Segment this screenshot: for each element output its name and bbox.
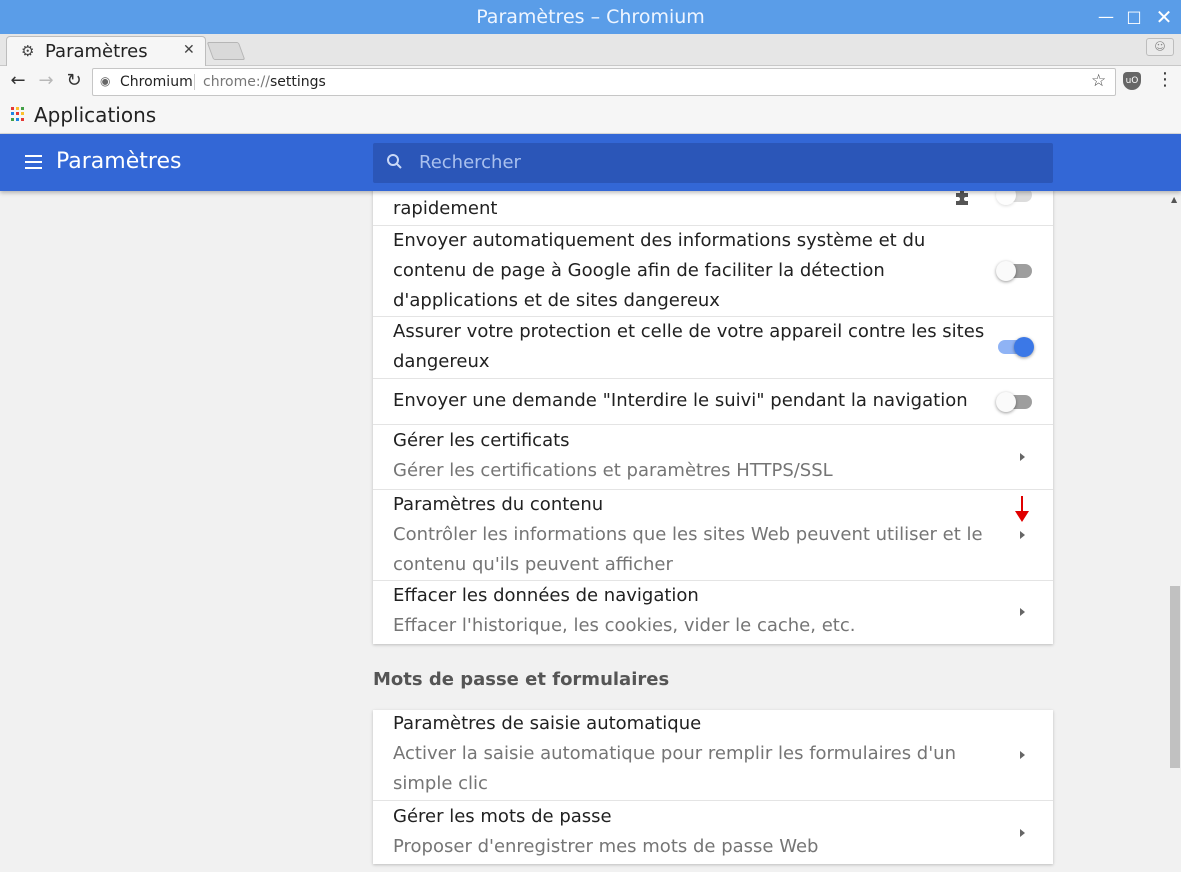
page-scrollbar[interactable]: ▲ xyxy=(1169,191,1181,872)
setting-subtitle: Proposer d'enregistrer mes mots de passe… xyxy=(393,836,819,857)
setting-title: Paramètres de saisie automatique xyxy=(393,713,702,734)
setting-row-safe-browsing[interactable]: Assurer votre protection et celle de vot… xyxy=(373,316,1053,378)
back-arrow-icon[interactable]: ← xyxy=(7,70,29,92)
chevron-right-icon xyxy=(1020,829,1025,837)
address-bar[interactable]: ◉ Chromium chrome://settings ☆ xyxy=(92,68,1116,96)
tab-settings[interactable]: ⚙ Paramètres ✕ xyxy=(6,36,206,66)
privacy-card: rapidement Envoyer automatiquement des i… xyxy=(373,170,1053,644)
passwords-card: Paramètres de saisie automatique Activer… xyxy=(373,710,1053,864)
close-icon[interactable]: ✕ xyxy=(1154,7,1174,27)
reload-icon[interactable]: ↻ xyxy=(63,70,85,92)
toggle-switch[interactable] xyxy=(998,337,1034,357)
setting-row-do-not-track[interactable]: Envoyer une demande "Interdire le suivi"… xyxy=(373,378,1053,424)
setting-title: Gérer les mots de passe xyxy=(393,806,612,827)
setting-subtitle-line: Contrôler les informations que les sites… xyxy=(393,524,983,545)
gear-icon: ⚙ xyxy=(21,42,35,60)
setting-subtitle-line: simple clic xyxy=(393,773,488,794)
toggle-switch[interactable] xyxy=(996,392,1032,412)
setting-title: Effacer les données de navigation xyxy=(393,585,699,606)
bookmark-star-icon[interactable]: ☆ xyxy=(1091,71,1106,91)
apps-bookmark[interactable]: Applications xyxy=(34,103,156,127)
minimize-icon[interactable]: — xyxy=(1096,7,1116,27)
site-name: Chromium xyxy=(120,74,193,90)
settings-header: Paramètres Rechercher xyxy=(0,134,1181,191)
apps-grid-dot xyxy=(16,112,19,116)
window-titlebar: Paramètres – Chromium — □ ✕ xyxy=(0,0,1181,34)
setting-label-line: d'applications et de sites dangereux xyxy=(393,290,720,311)
section-title-passwords: Mots de passe et formulaires xyxy=(373,669,670,690)
browser-toolbar: ← → ↻ ◉ Chromium chrome://settings ☆ uO … xyxy=(0,66,1181,98)
hamburger-menu-icon[interactable] xyxy=(25,155,42,169)
menu-dots-icon[interactable]: ⋮ xyxy=(1156,69,1174,90)
tab-close-icon[interactable]: ✕ xyxy=(183,42,195,58)
setting-label-line: Assurer votre protection et celle de vot… xyxy=(393,321,985,342)
setting-label-line: Envoyer automatiquement des informations… xyxy=(393,230,926,251)
settings-title: Paramètres xyxy=(56,149,182,174)
setting-label: Envoyer une demande "Interdire le suivi"… xyxy=(393,390,968,411)
chevron-right-icon xyxy=(1020,531,1025,539)
setting-row-send-system-info[interactable]: Envoyer automatiquement des informations… xyxy=(373,225,1053,316)
address-separator xyxy=(194,74,195,90)
apps-grid-dot xyxy=(16,117,19,121)
apps-grid-dot xyxy=(11,112,14,116)
search-icon xyxy=(387,154,402,169)
forward-arrow-icon[interactable]: → xyxy=(35,70,57,92)
search-placeholder: Rechercher xyxy=(419,152,521,173)
setting-title: Gérer les certificats xyxy=(393,430,570,451)
new-tab-button[interactable] xyxy=(206,42,246,60)
maximize-icon[interactable]: □ xyxy=(1124,7,1144,27)
annotation-arrow-icon xyxy=(1015,496,1029,522)
tab-strip: ⚙ Paramètres ✕ ☺ xyxy=(0,34,1181,66)
chevron-right-icon xyxy=(1020,608,1025,616)
window-title: Paramètres – Chromium xyxy=(476,6,705,28)
apps-grid-dot xyxy=(11,107,14,110)
apps-grid-dot xyxy=(11,117,14,121)
profile-icon[interactable]: ☺ xyxy=(1146,38,1174,56)
url-text[interactable]: chrome://settings xyxy=(203,74,326,90)
setting-row-content-settings[interactable]: Paramètres du contenu Contrôler les info… xyxy=(373,489,1053,580)
chevron-right-icon xyxy=(1020,453,1025,461)
tab-title: Paramètres xyxy=(45,41,148,62)
toggle-switch[interactable] xyxy=(996,261,1032,281)
bookmarks-bar: Applications xyxy=(0,98,1181,134)
apps-grid-dot xyxy=(16,107,19,110)
apps-grid-dot xyxy=(21,112,24,116)
setting-subtitle: Effacer l'historique, les cookies, vider… xyxy=(393,615,856,636)
apps-grid-icon xyxy=(11,107,25,121)
scrollbar-thumb[interactable] xyxy=(1170,586,1180,768)
setting-subtitle-line: Activer la saisie automatique pour rempl… xyxy=(393,743,956,764)
setting-label: rapidement xyxy=(393,198,498,219)
setting-title: Paramètres du contenu xyxy=(393,494,604,515)
chevron-right-icon xyxy=(1020,751,1025,759)
apps-grid-dot xyxy=(21,117,24,121)
ublock-extension-icon[interactable]: uO xyxy=(1123,72,1141,90)
search-input[interactable]: Rechercher xyxy=(373,143,1053,183)
setting-subtitle-line: contenu qu'ils peuvent afficher xyxy=(393,554,673,575)
scroll-up-arrow-icon[interactable]: ▲ xyxy=(1171,195,1177,204)
setting-subtitle: Gérer les certifications et paramètres H… xyxy=(393,460,833,481)
setting-row-autofill[interactable]: Paramètres de saisie automatique Activer… xyxy=(373,710,1053,800)
apps-grid-dot xyxy=(21,107,24,110)
setting-label-line: contenu de page à Google afin de facilit… xyxy=(393,260,885,281)
setting-row-manage-passwords[interactable]: Gérer les mots de passe Proposer d'enreg… xyxy=(373,800,1053,864)
setting-row-clear-browsing-data[interactable]: Effacer les données de navigation Efface… xyxy=(373,580,1053,644)
chromium-icon: ◉ xyxy=(100,74,111,88)
setting-label-line: dangereux xyxy=(393,351,490,372)
setting-row-manage-certificates[interactable]: Gérer les certificats Gérer les certific… xyxy=(373,424,1053,489)
